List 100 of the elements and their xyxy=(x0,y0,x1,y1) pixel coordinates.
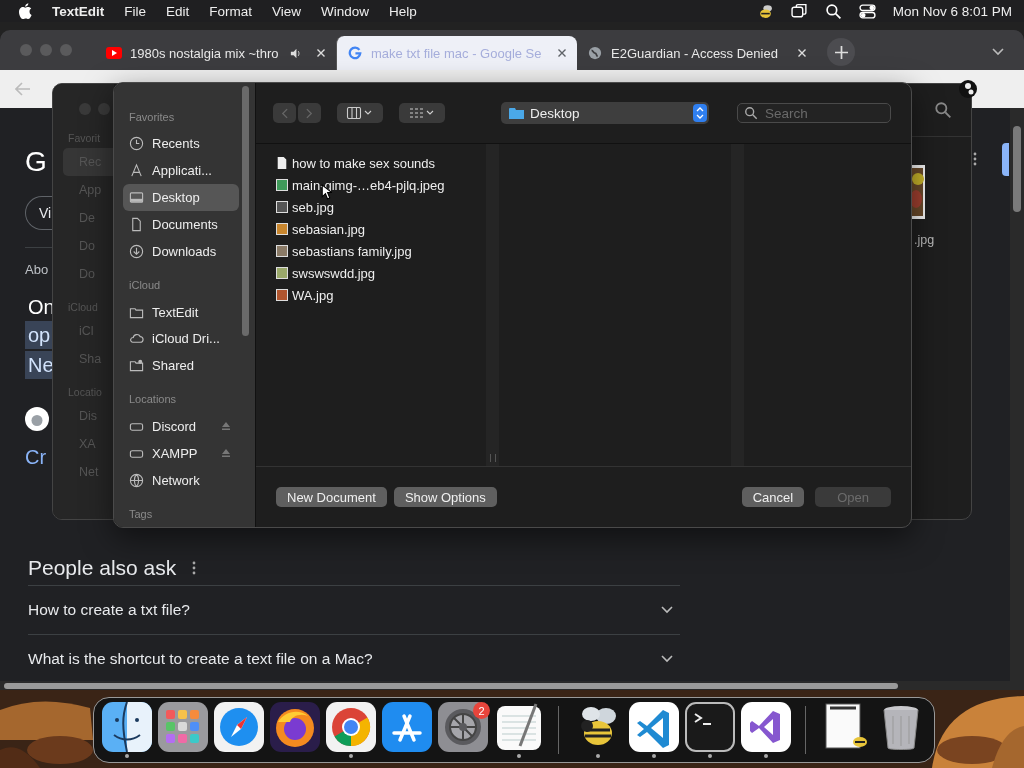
profile-badge-icon[interactable] xyxy=(958,79,978,99)
forward-button[interactable] xyxy=(298,103,321,123)
scrollbar[interactable] xyxy=(242,86,249,336)
grid-icon xyxy=(408,107,436,119)
section-heading: People also ask xyxy=(28,556,177,580)
scrollbar[interactable] xyxy=(0,681,1024,690)
close-icon[interactable] xyxy=(557,48,567,58)
menu-item[interactable]: View xyxy=(272,3,302,19)
file-name: .jpg xyxy=(914,233,935,247)
sidebar-item[interactable]: XAMPP xyxy=(123,439,239,467)
dialog-button[interactable]: New Document xyxy=(276,487,387,507)
search-icon xyxy=(744,106,758,120)
sidebar-item[interactable]: Desktop xyxy=(123,184,239,212)
folder-icon xyxy=(509,106,525,120)
compass-icon[interactable] xyxy=(214,702,264,752)
infinity-logo-icon[interactable] xyxy=(741,702,791,752)
browser-tab[interactable]: 1980s nostalgia mix ~thro xyxy=(96,36,336,70)
eject-icon[interactable] xyxy=(221,448,231,459)
search-field[interactable]: Search xyxy=(737,103,891,123)
scrollbar[interactable] xyxy=(1010,108,1024,683)
more-options-icon[interactable] xyxy=(192,561,197,575)
sidebar-item[interactable]: Documents xyxy=(123,211,239,239)
shared-folder-icon xyxy=(129,358,144,374)
sidebar-item[interactable]: Applicati... xyxy=(123,157,239,185)
grid-view-button[interactable] xyxy=(399,103,445,123)
column-view-button[interactable] xyxy=(337,103,383,123)
app-store-icon[interactable] xyxy=(382,702,432,752)
chevron-left-icon xyxy=(281,107,288,119)
search-icon[interactable] xyxy=(824,2,842,20)
dialog-button[interactable]: Cancel xyxy=(741,487,805,507)
menu-item[interactable]: Edit xyxy=(166,3,190,19)
browser-tab[interactable]: E2Guardian - Access Denied xyxy=(577,36,817,70)
globe-icon xyxy=(587,46,603,60)
menu-bar-clock[interactable]: Mon Nov 6 8:01 PM xyxy=(892,3,1012,19)
highlighted-text: op xyxy=(25,321,54,349)
apple-logo-icon[interactable] xyxy=(18,3,32,19)
launchpad-icon[interactable] xyxy=(158,702,208,752)
menu-item[interactable]: Format xyxy=(209,3,253,19)
control-center-icon[interactable] xyxy=(858,2,876,20)
running-indicator xyxy=(652,754,656,758)
menu-item[interactable]: File xyxy=(124,3,147,19)
file-row[interactable]: sebastians family.jpg xyxy=(276,240,476,262)
google-g-icon xyxy=(347,46,363,60)
chrome-icon[interactable] xyxy=(326,702,376,752)
sidebar-item[interactable]: Shared xyxy=(123,352,239,380)
file-row[interactable]: how to make sex sounds xyxy=(276,152,476,174)
side-tab[interactable] xyxy=(1002,143,1009,176)
resize-handle[interactable] xyxy=(490,454,496,462)
file-row[interactable]: main-qimg-…eb4-pjlq.jpeg xyxy=(276,174,476,196)
file-row[interactable]: seb.jpg xyxy=(276,196,476,218)
back-button[interactable] xyxy=(273,103,296,123)
sidebar-heading: iCloud xyxy=(128,279,162,294)
desktop-icon xyxy=(129,190,144,206)
sidebar-heading: Favorites xyxy=(128,111,176,125)
new-tab-button[interactable] xyxy=(827,38,855,66)
file-row[interactable]: WA.jpg xyxy=(276,284,476,306)
sidebar-item[interactable]: Discord xyxy=(123,412,239,440)
question-row[interactable]: How to create a txt file? xyxy=(28,586,680,635)
running-indicator xyxy=(349,754,353,758)
more-options-icon[interactable] xyxy=(973,152,977,166)
notepad-pen-icon[interactable] xyxy=(494,702,544,752)
chevron-down-icon[interactable] xyxy=(992,48,1004,56)
eject-icon[interactable] xyxy=(221,421,231,432)
apps-icon xyxy=(129,163,144,179)
fox-globe-icon[interactable] xyxy=(270,702,320,752)
video-play-icon xyxy=(106,46,122,60)
dock-item[interactable]: 2 xyxy=(438,699,488,761)
sidebar-heading: Locations xyxy=(128,393,178,408)
file-row[interactable]: swswswdd.jpg xyxy=(276,262,476,284)
file-row[interactable]: sebasian.jpg xyxy=(276,218,476,240)
running-indicator xyxy=(517,754,521,758)
app-menu[interactable]: TextEdit xyxy=(52,3,105,19)
sidebar-item[interactable]: Downloads xyxy=(123,238,239,266)
dialog-button[interactable]: Show Options xyxy=(393,487,497,507)
sidebar-item[interactable]: Network xyxy=(123,466,239,494)
gear-icon[interactable] xyxy=(438,702,488,752)
location-popup[interactable]: Desktop xyxy=(501,102,709,124)
clock-icon xyxy=(129,136,144,152)
notification-badge: 2 xyxy=(473,702,490,719)
stepper-icon xyxy=(693,104,707,122)
result-link[interactable]: Cr xyxy=(25,446,47,469)
question-row[interactable]: What is the shortcut to create a text file on a Mac? xyxy=(28,635,680,683)
sidebar-item[interactable]: TextEdit xyxy=(123,298,239,326)
sidebar-item[interactable]: iCloud Dri... xyxy=(123,325,239,353)
result-label: Abo xyxy=(25,262,49,277)
sidebar-heading: Tags xyxy=(128,507,154,522)
finder-icon[interactable] xyxy=(102,702,152,752)
screens-icon[interactable] xyxy=(790,2,808,20)
chevron-right-icon xyxy=(306,107,313,119)
terminal-icon[interactable] xyxy=(685,702,735,752)
download-icon xyxy=(129,244,144,260)
code-editor-icon[interactable] xyxy=(629,702,679,752)
running-indicator xyxy=(764,754,768,758)
columns-icon xyxy=(346,107,374,119)
menu-item[interactable]: Help xyxy=(389,3,417,19)
sidebar-item[interactable]: Recents xyxy=(123,130,239,158)
globe-icon xyxy=(129,472,144,488)
apple-logo-icon xyxy=(25,407,49,431)
menu-item[interactable]: Window xyxy=(321,3,370,19)
document-icon xyxy=(129,217,144,233)
